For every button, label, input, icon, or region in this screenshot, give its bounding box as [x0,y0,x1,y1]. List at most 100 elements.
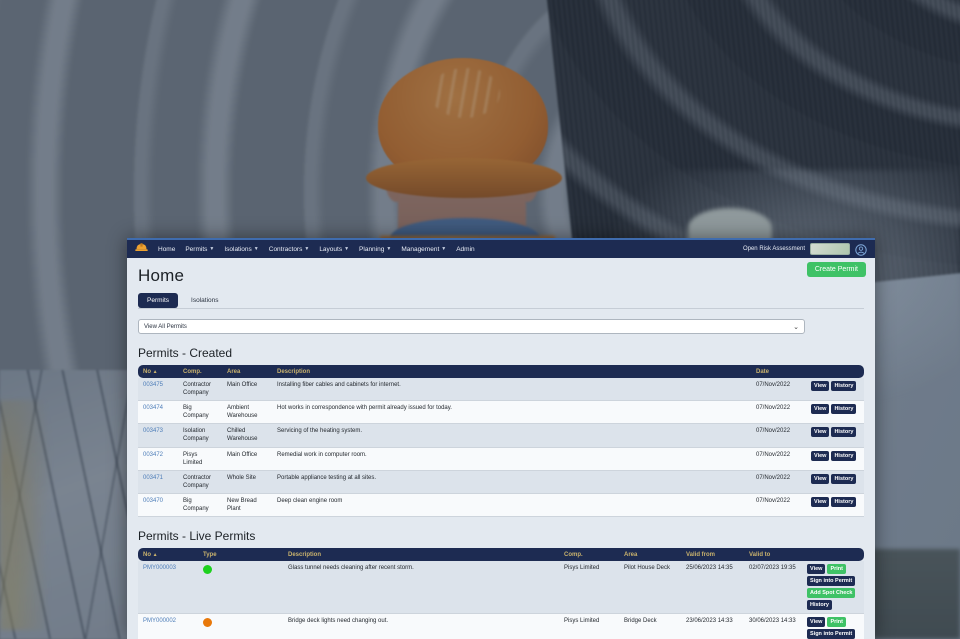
chevron-down-icon: ▼ [254,247,259,252]
nav-item-home[interactable]: Home [158,246,175,253]
top-navbar: Home Permits▼ Isolations▼ Contractors▼ L… [127,238,875,258]
permit-comp-cell: Pisys Limited [559,614,619,628]
view-button[interactable]: View [811,404,829,414]
print-button[interactable]: Print [827,617,846,627]
permit-actions-cell: ViewHistory [806,401,864,417]
nav-search-input[interactable] [810,243,850,255]
nav-item-management[interactable]: Management▼ [401,246,446,253]
print-button[interactable]: Print [827,564,846,574]
column-header-valid-from[interactable]: Valid from [681,552,744,558]
chevron-down-icon: ▼ [209,247,214,252]
permit-actions-cell: ViewHistory [806,471,864,487]
permit-description-cell: Hot works in correspondence with permit … [272,401,751,415]
permit-comp-cell: Isolation Company [178,424,222,446]
sort-asc-icon: ▲ [153,552,158,558]
history-button[interactable]: History [831,451,856,461]
view-button[interactable]: View [811,497,829,507]
page-content: Home Permits Isolations View All Permits… [127,258,875,639]
create-permit-button[interactable]: Create Permit [807,262,866,277]
permit-number-link[interactable]: PMY000002 [143,618,176,624]
column-header-no[interactable]: No ▲ [138,369,178,375]
permit-comp-cell: Big Company [178,494,222,516]
history-button[interactable]: History [831,381,856,391]
user-account-icon[interactable] [855,243,867,255]
permit-area-cell: Chilled Warehouse [222,424,272,446]
permit-description-cell: Portable appliance testing at all sites. [272,471,751,485]
permit-number-link[interactable]: 003470 [143,498,163,504]
permit-area-cell: New Bread Plant [222,494,272,516]
live-permits-table-body: PMY000003 Glass tunnel needs cleaning aft… [138,561,864,639]
permit-description-cell: Installing fiber cables and cabinets for… [272,378,751,392]
permit-valid-from-cell: 23/06/2023 14:33 [681,614,744,628]
permit-no-cell: PMY000002 [138,614,198,628]
created-permit-row: 003470Big CompanyNew Bread PlantDeep cle… [138,494,864,517]
column-header-description[interactable]: Description [283,552,559,558]
history-button[interactable]: History [831,427,856,437]
sign-into-permit-button[interactable]: Sign into Permit [807,629,855,639]
history-button[interactable]: History [831,497,856,507]
column-header-type[interactable]: Type [198,552,283,558]
status-dot-icon [203,565,212,574]
nav-item-planning[interactable]: Planning▼ [359,246,391,253]
view-button[interactable]: View [811,381,829,391]
history-button[interactable]: History [807,600,832,610]
column-header-description[interactable]: Description [272,369,751,375]
permit-description-cell: Bridge deck lights need changing out. [283,614,559,628]
view-button[interactable]: View [811,427,829,437]
nav-item-permits[interactable]: Permits▼ [185,246,214,253]
permit-no-cell: 003471 [138,471,178,485]
permit-area-cell: Bridge Deck [619,614,681,628]
view-button[interactable]: View [807,617,825,627]
permit-number-link[interactable]: 003475 [143,382,163,388]
live-permits-section-title: Permits - Live Permits [138,529,864,543]
permit-date-cell: 07/Nov/2022 [751,448,806,462]
permit-number-link[interactable]: 003474 [143,405,163,411]
permit-comp-cell: Pisys Limited [178,448,222,470]
tab-isolations[interactable]: Isolations [182,293,227,308]
live-permits-table-header: No ▲ Type Description Comp. Area Valid f… [138,548,864,561]
created-permit-row: 003475Contractor CompanyMain OfficeInsta… [138,378,864,401]
sign-into-permit-button[interactable]: Sign into Permit [807,576,855,586]
open-risk-assessment-link[interactable]: Open Risk Assessment [743,246,805,252]
column-header-no[interactable]: No ▲ [138,552,198,558]
add-spot-check-button[interactable]: Add Spot Check [807,588,855,598]
column-header-comp[interactable]: Comp. [178,369,222,375]
permit-comp-cell: Pisys Limited [559,561,619,575]
permit-date-cell: 07/Nov/2022 [751,401,806,415]
history-button[interactable]: History [831,474,856,484]
tab-permits[interactable]: Permits [138,293,178,308]
nav-item-admin[interactable]: Admin [456,246,474,253]
permit-actions-cell: ViewPrintSign into PermitAdd Spot CheckH… [802,614,864,639]
permit-no-cell: 003473 [138,424,178,438]
screenshot-stage: Home Permits▼ Isolations▼ Contractors▼ L… [0,0,960,639]
created-permits-table-body: 003475Contractor CompanyMain OfficeInsta… [138,378,864,517]
permit-type-cell [198,614,283,633]
nav-item-isolations[interactable]: Isolations▼ [224,246,258,253]
nav-item-layouts[interactable]: Layouts▼ [319,246,349,253]
column-header-area[interactable]: Area [222,369,272,375]
column-header-valid-to[interactable]: Valid to [744,552,802,558]
view-filter-value: View All Permits [144,324,187,330]
view-button[interactable]: View [807,564,825,574]
chevron-down-icon: ⌄ [793,323,799,331]
permit-number-link[interactable]: PMY000003 [143,565,176,571]
nav-item-contractors[interactable]: Contractors▼ [269,246,310,253]
permit-number-link[interactable]: 003471 [143,475,163,481]
view-button[interactable]: View [811,474,829,484]
permit-actions-cell: ViewHistory [806,378,864,394]
history-button[interactable]: History [831,404,856,414]
status-dot-icon [203,618,212,627]
permit-no-cell: 003472 [138,448,178,462]
permit-date-cell: 07/Nov/2022 [751,424,806,438]
view-filter-dropdown[interactable]: View All Permits ⌄ [138,319,805,334]
view-button[interactable]: View [811,451,829,461]
hard-hat-logo-icon [135,240,148,258]
column-header-date[interactable]: Date [751,369,806,375]
permit-number-link[interactable]: 003472 [143,452,163,458]
permit-number-link[interactable]: 003473 [143,428,163,434]
permit-description-cell: Glass tunnel needs cleaning after recent… [283,561,559,575]
column-header-comp[interactable]: Comp. [559,552,619,558]
permit-date-cell: 07/Nov/2022 [751,494,806,508]
chevron-down-icon: ▼ [441,247,446,252]
column-header-area[interactable]: Area [619,552,681,558]
